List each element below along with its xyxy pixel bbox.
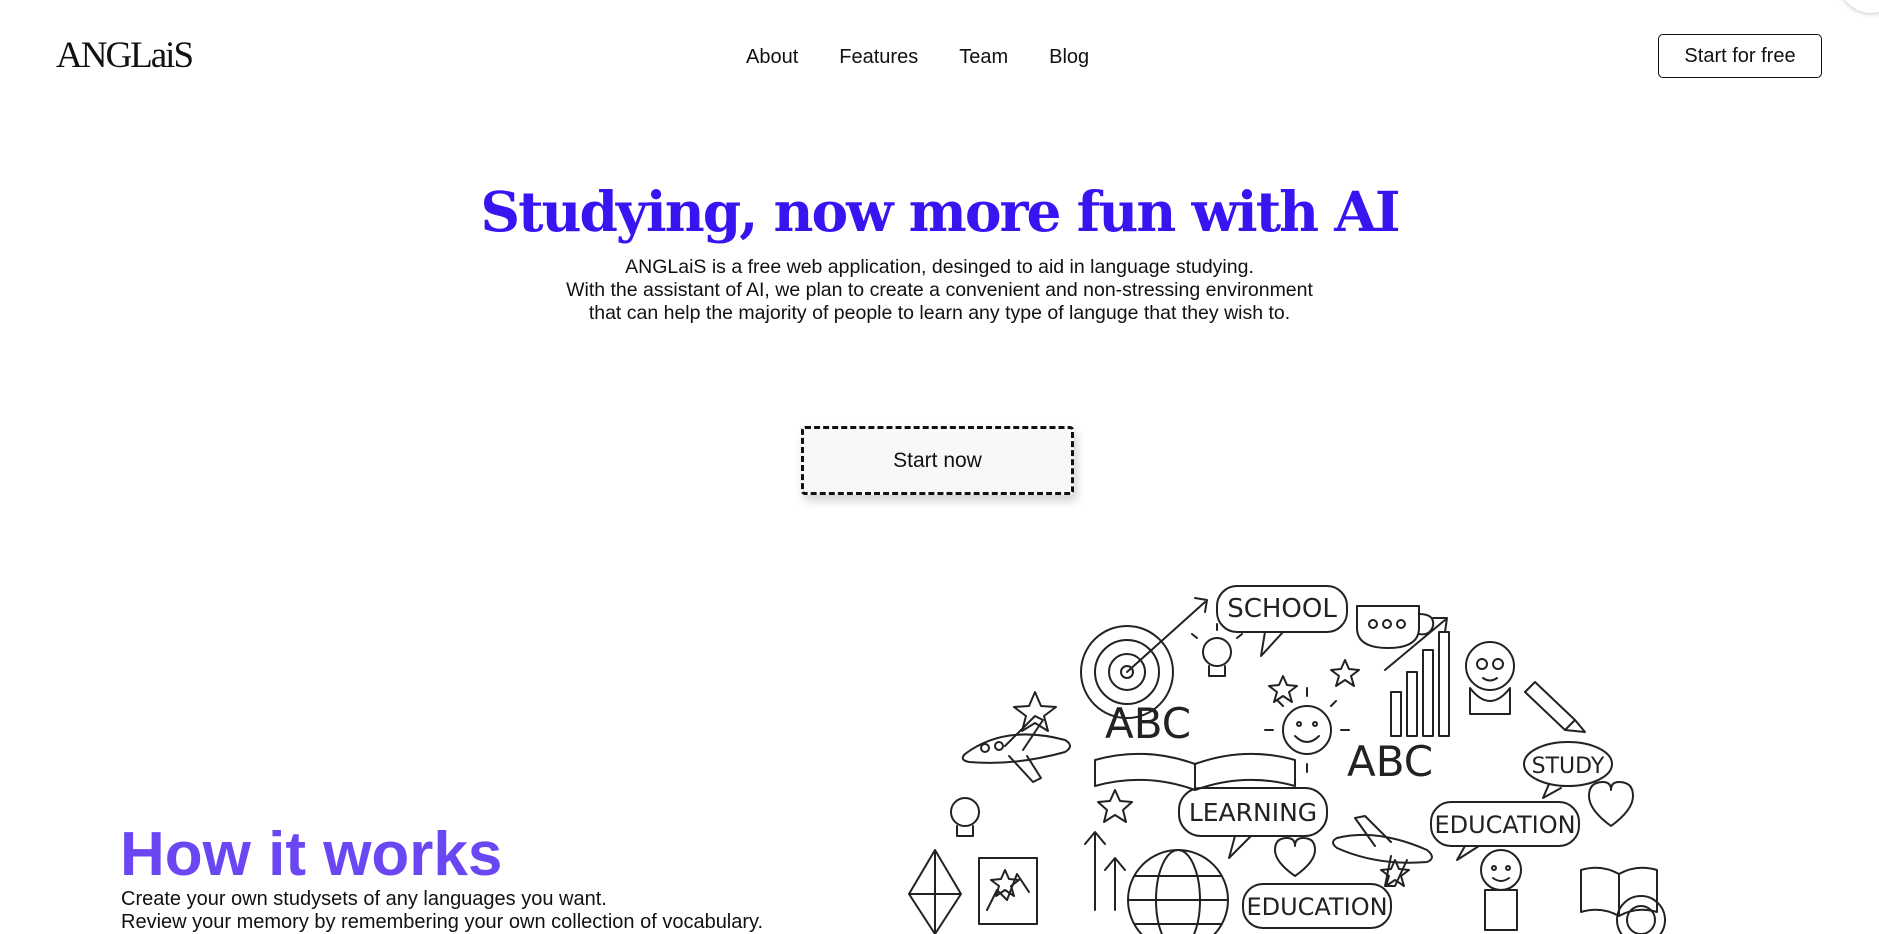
airplane-icon [961,715,1071,783]
learning-bubble-icon: LEARNING [1178,787,1328,859]
nav-blog[interactable]: Blog [1049,44,1089,70]
girl-avatar-icon [1465,641,1515,715]
main-nav: About Features Team Blog [746,44,1089,70]
logo[interactable]: ANGLaiS [56,34,194,78]
boy-avatar-icon [1480,849,1522,931]
how-it-works-line: Create your own studysets of any languag… [121,888,607,910]
nav-team[interactable]: Team [959,44,1008,70]
start-for-free-button[interactable]: Start for free [1658,34,1822,78]
start-now-button[interactable]: Start now [801,426,1074,495]
nav-features[interactable]: Features [839,44,918,70]
doodle-label-education: EDUCATION [1434,811,1575,839]
kite-icon [908,849,962,934]
medal-icon [1616,895,1666,934]
nav-about[interactable]: About [746,44,798,70]
hero-description-line: With the assistant of AI, we plan to cre… [566,279,1313,301]
hero-description-line: ANGLaiS is a free web application, desin… [625,256,1254,278]
arrows-up-icon [1084,831,1126,911]
hero-title: Studying, now more fun with AI [480,179,1400,244]
school-bubble-icon: SCHOOL [1216,585,1348,657]
doodle-label-school: SCHOOL [1227,594,1337,624]
education-bubble-bottom-icon: EDUCATION [1242,883,1392,929]
doodle-label-abc: ABC [1347,737,1433,786]
globe-icon [1127,849,1229,934]
doodle-label-education: EDUCATION [1246,893,1387,921]
how-it-works-description: Create your own studysets of any languag… [121,888,763,934]
how-it-works-title: How it works [120,820,503,889]
open-book-icon [1094,752,1296,791]
study-bubble-icon: STUDY [1523,741,1613,799]
coffee-cup-icon [1356,605,1435,649]
doodle-label-learning: LEARNING [1189,798,1317,827]
site-header: ANGLaiS About Features Team Blog Start f… [0,0,1879,115]
light-bulb-left-icon [950,797,980,837]
pencil-icon [1524,681,1586,733]
sun-icon [1264,687,1350,773]
hero-description: ANGLaiS is a free web application, desin… [0,256,1879,325]
hero-description-line: that can help the majority of people to … [588,302,1291,324]
airplane-right-icon [1332,815,1433,887]
doodle-label-study: STUDY [1532,754,1605,779]
education-doodle-illustration: SCHOOL ABC ABC STUDY LEARNING EDUCATION … [908,585,1666,934]
how-it-works-line: Review your memory by remembering your o… [121,911,764,933]
doodle-label-abc: ABC [1105,699,1191,748]
